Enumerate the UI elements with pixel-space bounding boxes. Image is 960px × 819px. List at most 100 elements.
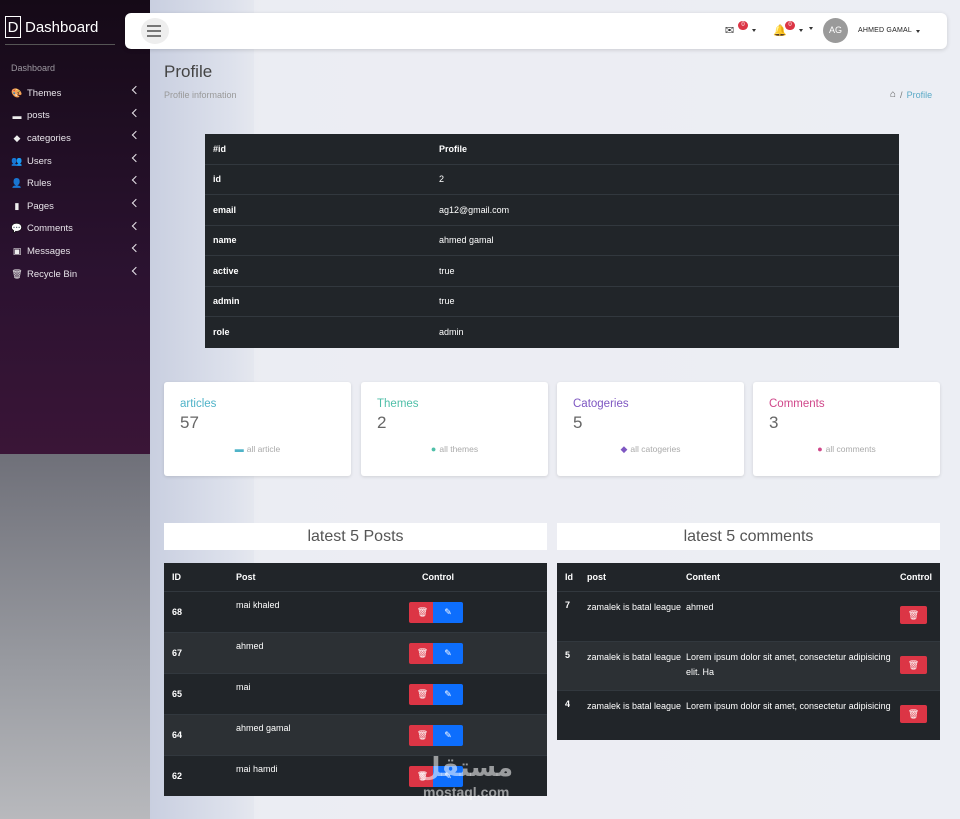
edit-post-button[interactable]: ✎ — [433, 642, 463, 664]
delete-post-button[interactable]: 🗑 — [409, 683, 436, 705]
table-row: email ag12@gmail.com — [205, 195, 899, 226]
card-link-all-comments[interactable]: ● all comments — [753, 444, 940, 454]
user-menu-name[interactable]: AHMED GAMAL — [858, 27, 912, 34]
post-id: 64 — [172, 730, 183, 740]
edit-post-button[interactable]: ✎ — [433, 601, 463, 623]
card-title: articles — [180, 398, 217, 410]
profile-head-key: #id — [213, 143, 227, 154]
sidebar-item-posts[interactable]: ▬ posts — [0, 105, 150, 128]
column-header-control: Control — [422, 572, 454, 582]
breadcrumb-separator: / — [900, 89, 903, 100]
delete-comment-button[interactable]: 🗑 — [900, 705, 927, 723]
brand-divider — [5, 44, 115, 45]
sidebar-item-categories[interactable]: ◆ categories — [0, 127, 150, 150]
home-icon[interactable]: ⌂ — [890, 89, 896, 100]
card-count: 3 — [769, 413, 779, 432]
watermark-arabic: مستقل — [418, 753, 514, 783]
sidebar-item-users[interactable]: 👥 Users — [0, 150, 150, 173]
user-icon: 👤 — [11, 178, 23, 189]
hamburger-icon[interactable] — [147, 23, 163, 37]
chevron-left-icon — [131, 243, 141, 253]
profile-value: true — [439, 296, 455, 307]
card-link-label: all comments — [825, 444, 876, 454]
notifications-caret-icon[interactable] — [799, 29, 803, 32]
page-title: Profile — [164, 62, 213, 81]
post-controls: 🗑 ✎ — [409, 683, 534, 705]
sidebar-item-label: categories — [27, 132, 71, 144]
latest-comments-heading: latest 5 comments — [557, 523, 940, 550]
chevron-left-icon — [131, 198, 141, 208]
table-row: 7 zamalek is batal league ahmed 🗑 — [557, 591, 940, 641]
card-link-all-themes[interactable]: ● all themes — [361, 444, 548, 454]
watermark-latin: mostaql.com — [423, 784, 510, 800]
profile-value: admin — [439, 327, 464, 338]
card-count: 2 — [377, 413, 387, 432]
posts-table-head: ID Post Control — [164, 563, 547, 591]
sidebar-item-label: Pages — [27, 200, 54, 212]
post-title: ahmed — [236, 641, 264, 651]
mail-badge: 0 — [738, 21, 748, 30]
sidebar-item-comments[interactable]: 💬 Comments — [0, 218, 150, 241]
sidebar-heading: Dashboard — [11, 63, 56, 73]
table-row: 4 zamalek is batal league Lorem ipsum do… — [557, 690, 940, 740]
envelope-icon[interactable]: ✉ — [725, 24, 734, 37]
sidebar-item-pages[interactable]: ▮ Pages — [0, 195, 150, 218]
brand-letter: D — [5, 16, 21, 38]
edit-post-button[interactable]: ✎ — [433, 724, 463, 746]
delete-post-button[interactable]: 🗑 — [409, 642, 436, 664]
brand-title: Dashboard — [25, 18, 99, 36]
profile-value: ahmed gamal — [439, 235, 494, 246]
sidebar-item-themes[interactable]: 🎨 Themes — [0, 82, 150, 105]
comments-icon: 💬 — [11, 223, 23, 234]
post-title: mai — [236, 682, 251, 692]
delete-post-button[interactable]: 🗑 — [409, 724, 436, 746]
post-title: mai hamdi — [236, 764, 278, 774]
profile-key: id — [213, 174, 221, 185]
sidebar-item-label: Comments — [27, 223, 73, 235]
sidebar-menu: 🎨 Themes ▬ posts ◆ categories 👥 Users 👤 Rules… — [0, 82, 150, 285]
delete-comment-button[interactable]: 🗑 — [900, 606, 927, 624]
card-title: Catogeries — [573, 398, 629, 410]
sidebar-item-label: posts — [27, 110, 50, 122]
stat-card-catogeries: Catogeries 5 ◆ all catogeries — [557, 382, 744, 476]
profile-head-value: Profile — [439, 143, 468, 154]
column-header-id: Id — [565, 572, 573, 582]
chevron-left-icon — [131, 153, 141, 163]
profile-key: role — [213, 327, 230, 338]
notifications-extra-caret-icon[interactable] — [809, 27, 813, 30]
delete-comment-button[interactable]: 🗑 — [900, 655, 927, 674]
comment-controls: 🗑 — [900, 600, 940, 624]
table-row: id 2 — [205, 165, 899, 195]
card-count: 5 — [573, 413, 583, 432]
post-title: ahmed gamal — [236, 723, 291, 733]
post-id: 67 — [172, 648, 183, 658]
sidebar-item-rules[interactable]: 👤 Rules — [0, 172, 150, 195]
card-link-all-catogeries[interactable]: ◆ all catogeries — [557, 444, 744, 455]
delete-post-button[interactable]: 🗑 — [409, 601, 436, 623]
sidebar-item-messages[interactable]: ▣ Messages — [0, 240, 150, 263]
comment-post: zamalek is batal league — [587, 602, 682, 612]
card-title: Comments — [769, 398, 825, 410]
sidebar-item-recycle-bin[interactable]: 🗑 Recycle Bin — [0, 263, 150, 286]
post-controls: 🗑 ✎ — [409, 601, 534, 623]
column-header-post: Post — [236, 572, 256, 582]
avatar[interactable]: AG — [823, 18, 848, 43]
card-link-label: all themes — [439, 444, 479, 454]
brand-logo[interactable]: D Dashboard — [5, 16, 98, 38]
sidebar-item-label: Messages — [27, 245, 71, 257]
tags-icon: ◆ — [13, 132, 21, 143]
profile-table: #id Profile id 2 email ag12@gmail.com name… — [205, 134, 899, 348]
card-link-all-articles[interactable]: ▬ all article — [164, 444, 351, 454]
edit-post-button[interactable]: ✎ — [433, 683, 463, 705]
mail-caret-icon[interactable] — [752, 29, 756, 32]
sidebar-bottom — [0, 454, 150, 819]
sidebar-item-label: Rules — [27, 178, 52, 190]
table-row: role admin — [205, 317, 899, 348]
latest-posts-heading: latest 5 Posts — [164, 523, 547, 550]
users-icon: 👥 — [11, 155, 23, 166]
column-header-control: Control — [900, 572, 932, 582]
page-subtitle: Profile information — [164, 90, 237, 100]
notifications-badge: 0 — [785, 21, 795, 30]
sidebar-item-label: Themes — [27, 87, 62, 99]
user-menu-caret-icon[interactable] — [916, 30, 920, 33]
